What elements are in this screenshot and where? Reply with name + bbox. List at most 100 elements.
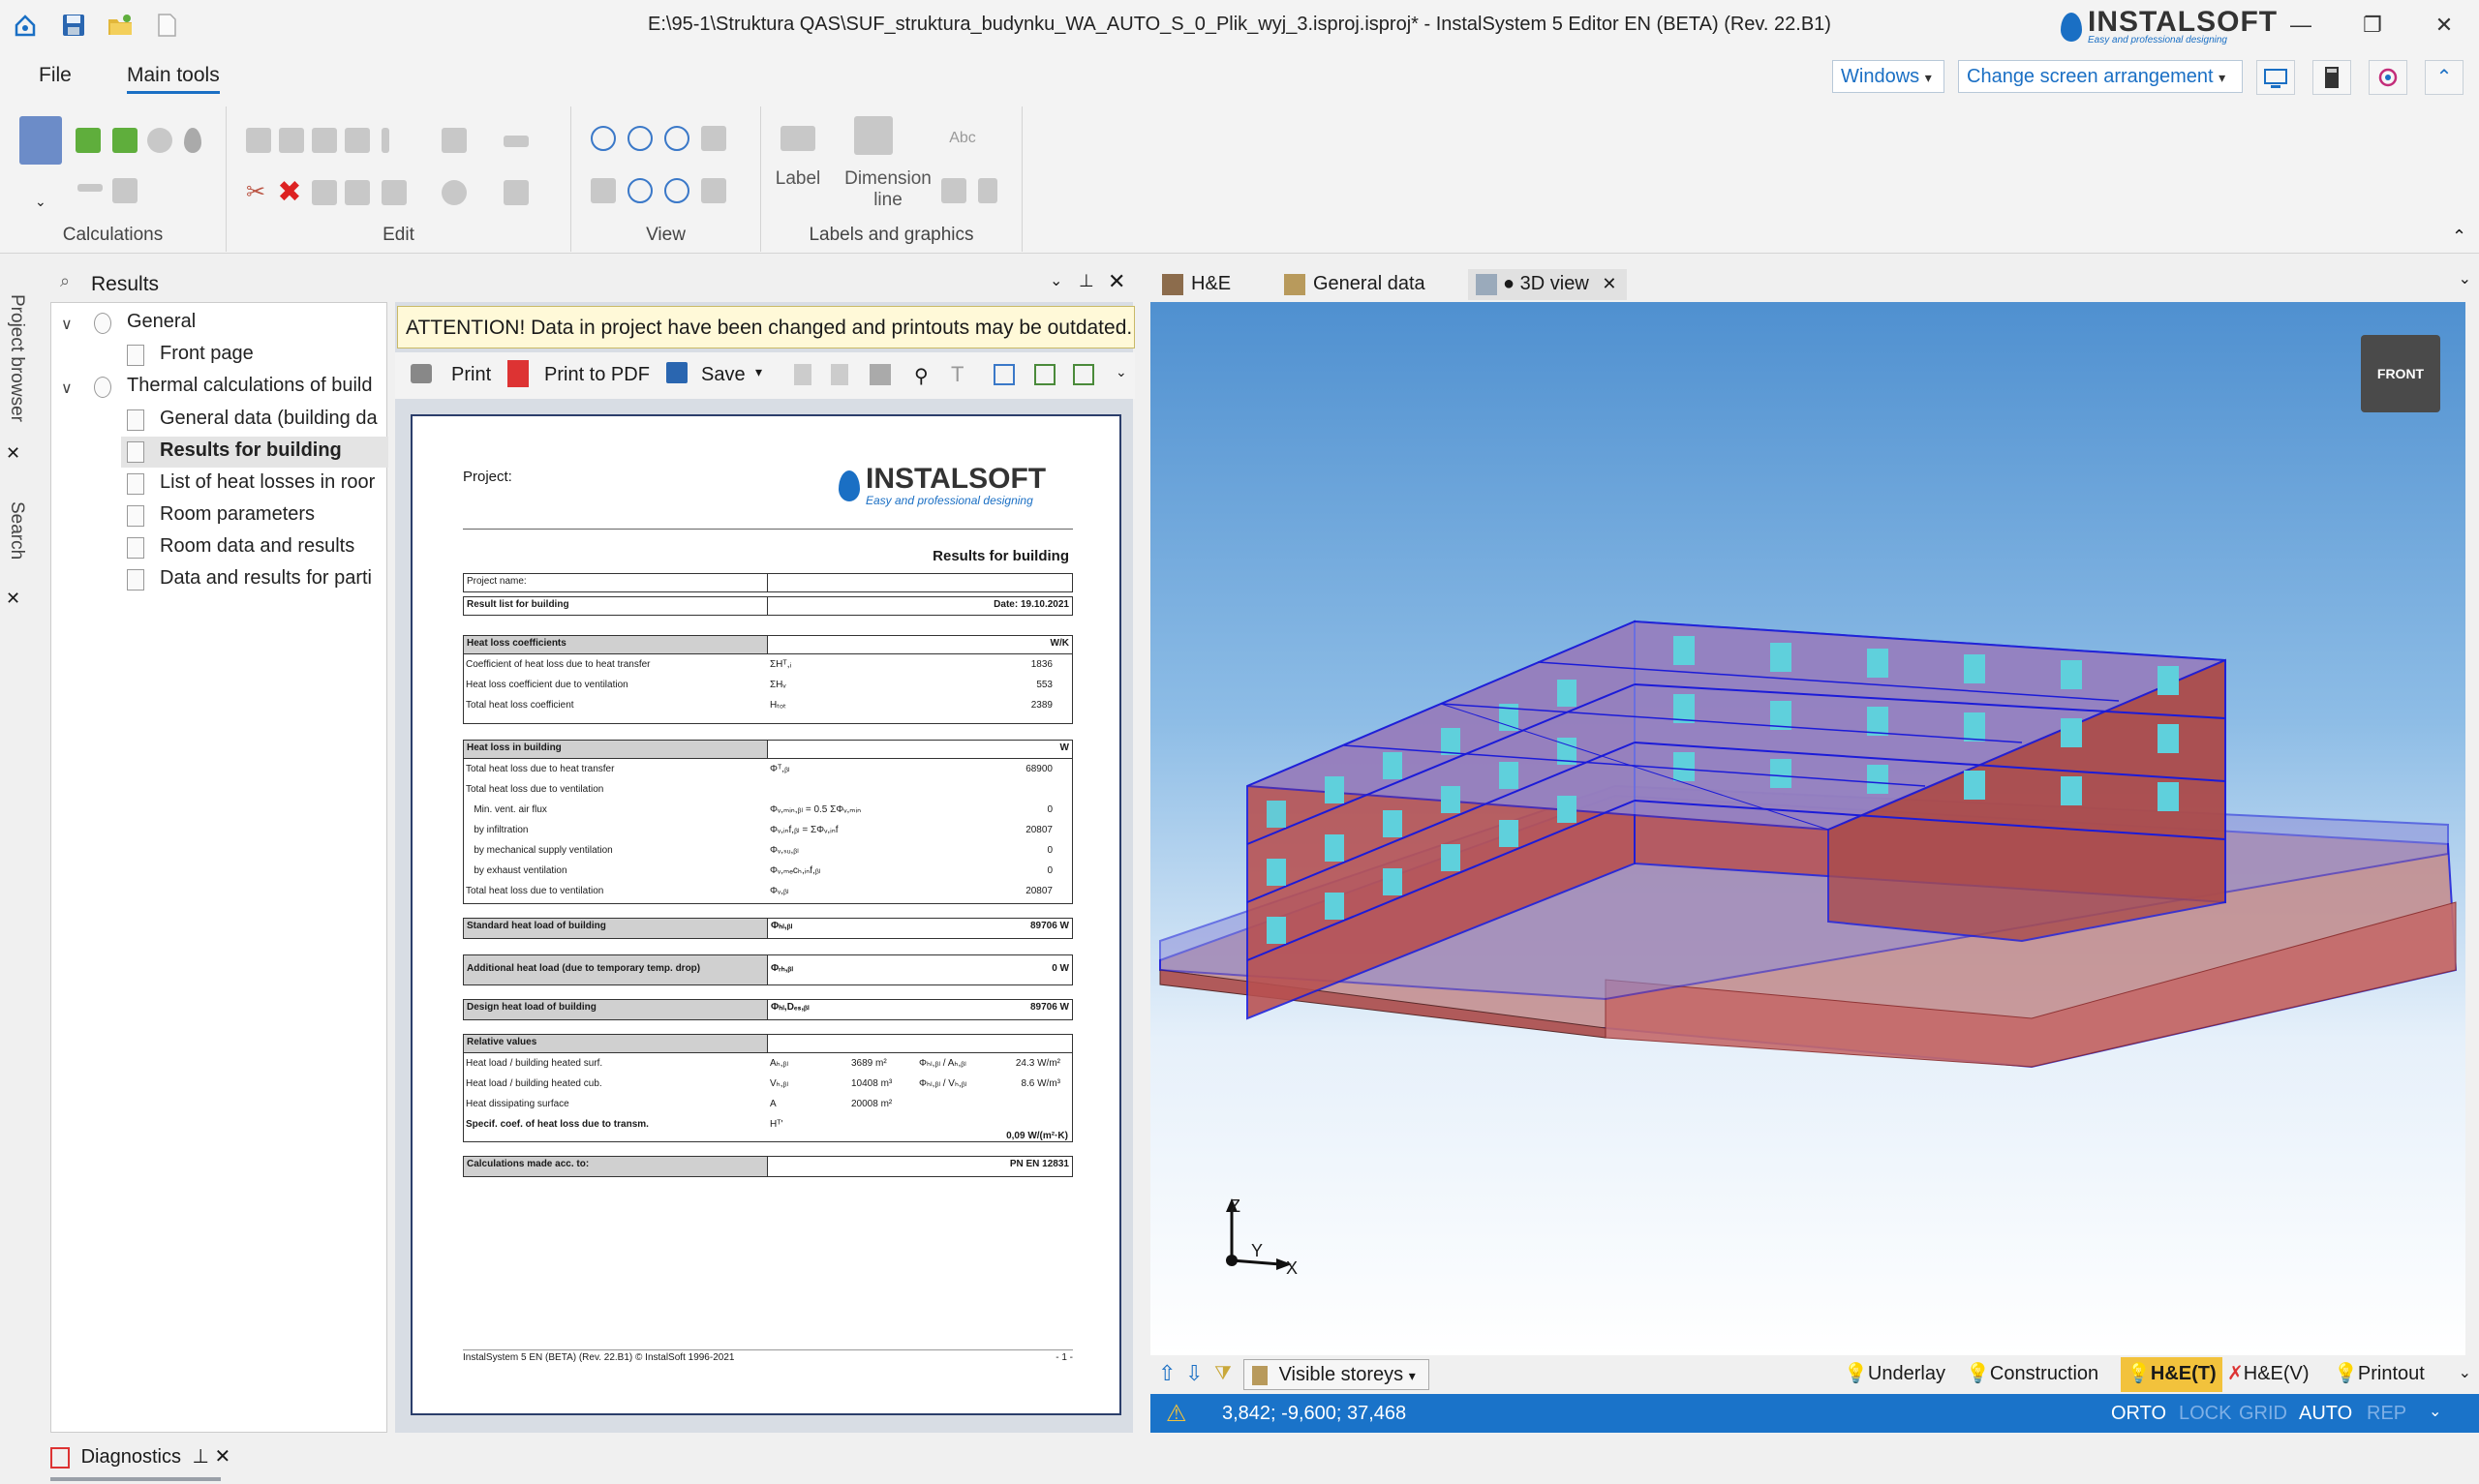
orto-toggle[interactable]: ORTO [2111,1403,2166,1425]
arrow-up-icon[interactable]: ⇧ [1158,1361,1176,1386]
chevron-down-icon[interactable]: ∨ [61,315,73,334]
zoom-fit-icon[interactable] [664,126,689,151]
views-icon[interactable] [701,178,726,203]
measure-icon[interactable] [504,136,529,147]
frame-icon[interactable] [345,128,370,153]
file-tab[interactable]: File [39,64,72,87]
delete-icon[interactable]: ✖ [277,178,302,207]
binoculars-icon[interactable]: ⚲ [914,364,929,388]
paste-icon[interactable] [279,128,304,153]
rep-toggle[interactable]: REP [2367,1403,2406,1425]
zoom-previous-icon[interactable] [627,178,653,203]
collapse-ribbon-arrow-icon[interactable]: ⌃ [2452,227,2466,247]
building-cooling-icon[interactable] [112,128,138,153]
layout-1-icon[interactable] [994,364,1015,385]
close-icon[interactable]: ✕ [215,1446,231,1468]
restore-button[interactable]: ❐ [2353,10,2392,41]
page-setup-icon[interactable] [870,364,891,385]
underlay-toggle[interactable]: 💡Underlay [1844,1361,1945,1385]
grid-toggle[interactable]: GRID [2239,1403,2287,1425]
scissors-icon[interactable]: ✂ [246,180,271,205]
snap-icon[interactable] [442,180,467,205]
save-button[interactable]: Save [701,364,746,386]
table-grid-icon[interactable] [941,178,966,203]
close-icon[interactable]: ✕ [1108,269,1125,294]
label-button[interactable]: Label [769,168,827,190]
tab-3d-view[interactable]: ● 3D view ✕ [1468,269,1627,300]
filter-icon[interactable]: ⧩ [1214,1363,1232,1385]
printer-icon[interactable] [411,364,432,383]
pipe-icon[interactable] [77,184,103,192]
undo-icon[interactable] [312,128,337,153]
close-button[interactable]: ✕ [2425,10,2464,41]
visible-storeys-dropdown[interactable]: Visible storeys ▾ [1243,1359,1429,1390]
zoom-window-icon[interactable] [701,126,726,151]
layout-3-icon[interactable] [1073,364,1094,385]
tab-he[interactable]: H&E [1154,269,1239,300]
zoom-all-icon[interactable] [664,178,689,203]
arrow-down-icon[interactable]: ⇩ [1185,1361,1203,1386]
floppy-icon[interactable] [666,362,688,383]
select-icon[interactable] [591,178,616,203]
het-toggle[interactable]: 💡H&E(T) [2121,1357,2222,1392]
calculation-grid-icon[interactable] [19,116,62,165]
minimize-button[interactable]: — [2281,10,2320,41]
printout-toggle[interactable]: 💡Printout [2334,1361,2425,1385]
page-prev-icon[interactable] [831,364,848,385]
auto-toggle[interactable]: AUTO [2299,1403,2352,1425]
print-to-pdf-button[interactable]: Print to PDF [544,364,650,386]
tree-item-room-parameters[interactable]: Room parameters [160,503,315,526]
gear-icon[interactable] [147,128,172,153]
split-icon[interactable] [382,128,389,153]
calculator-icon[interactable] [2312,60,2351,95]
text-style-button[interactable]: Abc [943,130,982,147]
chevron-down-icon[interactable]: ∨ [61,379,73,398]
zoom-out-icon[interactable] [627,126,653,151]
tab-general-data[interactable]: General data [1276,269,1433,300]
page-first-icon[interactable] [794,364,811,385]
dropdown-arrow-icon[interactable]: ⌄ [35,194,46,210]
diagnostics-tab[interactable]: Diagnostics ⊥ ✕ [50,1444,230,1477]
print-button[interactable]: Print [451,364,491,386]
overflow-icon[interactable]: ⌄ [1116,364,1127,380]
close-icon[interactable]: ✕ [6,589,20,609]
chevron-down-icon[interactable]: ⌄ [2459,1363,2471,1382]
lock-toggle[interactable]: LOCK [2179,1403,2231,1425]
align-icon[interactable] [345,180,370,205]
pin-icon[interactable]: ⊥ [193,1446,209,1468]
page-icon[interactable] [978,178,997,203]
warning-icon[interactable]: ⚠ [1166,1400,1187,1428]
copy-icon[interactable] [246,128,271,153]
tree-item-front-page[interactable]: Front page [160,343,254,365]
change-screen-arrangement-dropdown[interactable]: Change screen arrangement ▾ [1958,60,2243,93]
windows-dropdown[interactable]: Windows ▾ [1832,60,1944,93]
building-heat-icon[interactable] [76,128,101,153]
construction-toggle[interactable]: 💡Construction [1966,1361,2098,1385]
text-format-icon[interactable]: T [951,362,964,387]
redo-icon[interactable] [312,180,337,205]
hev-toggle[interactable]: ✗H&E(V) [2227,1361,2310,1385]
screen-layout-icon[interactable] [2256,60,2295,95]
tab-list-chevron-icon[interactable]: ⌄ [2459,269,2471,288]
tree-item-results-for-building[interactable]: Results for building [160,439,342,462]
tree-item-general[interactable]: General [127,311,196,333]
chevron-down-icon[interactable]: ▾ [755,364,762,380]
water-drop-icon[interactable] [184,128,201,153]
main-tools-tab[interactable]: Main tools [127,64,220,94]
tree-item-data-results-partitions[interactable]: Data and results for parti [160,567,386,590]
label-icon[interactable] [780,126,815,151]
table-icon[interactable] [112,178,138,203]
3d-viewport[interactable]: FRONT Z Y X [1150,302,2465,1355]
tree-item-heat-losses[interactable]: List of heat losses in roor [160,471,386,494]
search-tab[interactable]: Search [6,501,27,560]
select-area-icon[interactable] [504,180,529,205]
tree-item-thermal-calculations[interactable]: Thermal calculations of build [127,375,386,397]
dimension-line-button[interactable]: Dimension line [835,168,941,211]
properties-icon[interactable] [442,128,467,153]
navigation-cube[interactable]: FRONT [2361,335,2440,412]
tree-item-general-data[interactable]: General data (building da [160,408,386,430]
arrange-icon[interactable] [382,180,407,205]
collapse-ribbon-icon[interactable]: ⌃ [2425,60,2464,95]
pdf-icon[interactable] [507,360,529,387]
close-icon[interactable]: ✕ [6,443,20,464]
